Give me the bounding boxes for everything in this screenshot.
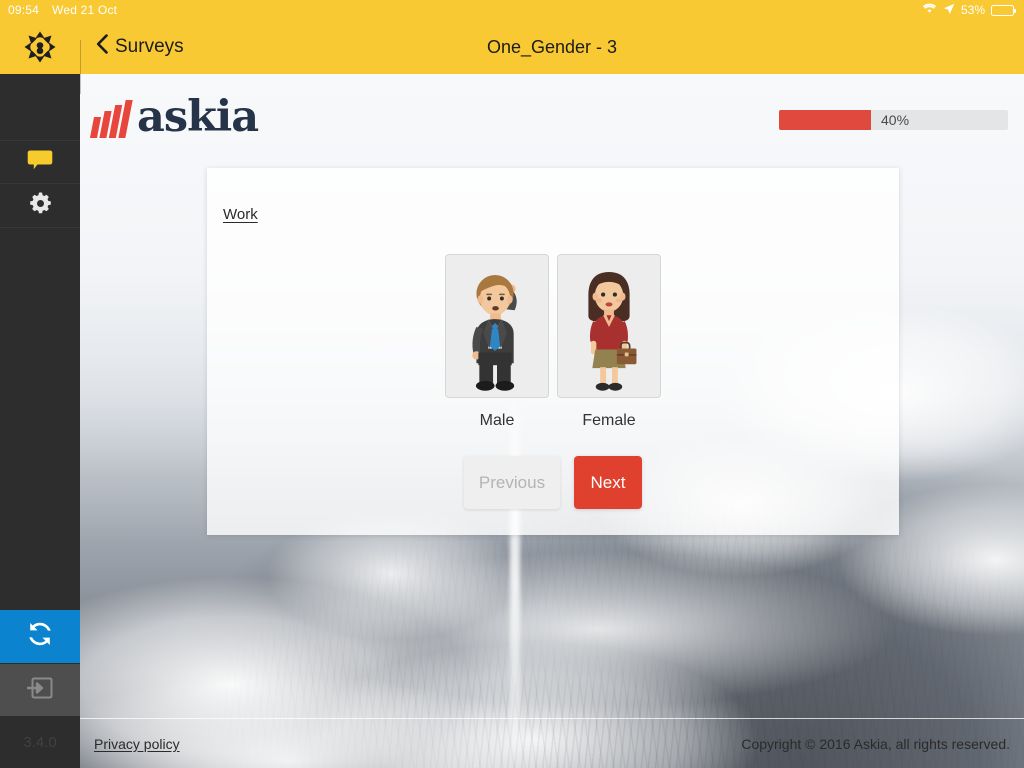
location-arrow-icon (943, 3, 955, 18)
status-bar-right: 53% (922, 3, 1024, 18)
status-bar-date: Wed 21 Oct (52, 3, 118, 17)
question-card: Work Male Female Previous Next (207, 168, 899, 535)
askia-logo-wordmark: askia (137, 92, 259, 142)
sidebar-main-items (0, 140, 80, 228)
gear-icon (28, 191, 53, 221)
question-title[interactable]: Work (223, 206, 258, 223)
app-root: 09:54 Wed 21 Oct 53% One_Gender - 3 Surv… (0, 0, 1024, 768)
survey-progress-bar: 40% (779, 110, 1008, 130)
nav-divider (80, 40, 81, 94)
sidebar-item-chat[interactable] (0, 140, 80, 184)
sidebar-item-sync[interactable] (0, 610, 80, 663)
app-version-label: 3.4.0 (0, 716, 80, 768)
next-button[interactable]: Next (574, 456, 642, 509)
survey-header: askia 40% (80, 74, 1024, 162)
sidebar-bottom-group: 3.4.0 (0, 610, 80, 768)
back-to-surveys-button[interactable]: Surveys (96, 20, 184, 74)
navigation-bar: One_Gender - 3 Surveys (0, 20, 1024, 94)
left-sidebar: 3.4.0 (0, 20, 80, 768)
back-button-label: Surveys (115, 36, 184, 57)
survey-content-area: askia 40% Work Male Female Previous Next… (80, 74, 1024, 768)
page-title: One_Gender - 3 (486, 36, 618, 57)
askia-logo-bars-icon (89, 98, 133, 138)
answer-option-female[interactable]: Female (557, 254, 661, 430)
app-icon[interactable] (0, 20, 80, 74)
status-bar-time: 09:54 (8, 3, 40, 17)
speech-bubble-icon (27, 149, 53, 176)
previous-button[interactable]: Previous (464, 456, 560, 509)
battery-icon (991, 4, 1016, 16)
survey-navigation-buttons: Previous Next (207, 456, 899, 509)
businesswoman-illustration (588, 272, 637, 391)
sidebar-item-logout[interactable] (0, 663, 80, 716)
wifi-icon (922, 3, 937, 17)
privacy-policy-link[interactable]: Privacy policy (94, 736, 180, 752)
answer-option-male-label: Male (479, 412, 515, 429)
answer-option-male-image (445, 254, 549, 398)
progress-percent-label: 40% (881, 112, 910, 128)
answer-options-list: Male Female (207, 254, 899, 430)
sidebar-item-settings[interactable] (0, 184, 80, 228)
status-bar-left: 09:54 Wed 21 Oct (0, 3, 117, 17)
battery-percent-label: 53% (960, 3, 985, 17)
page-footer: Privacy policy Copyright © 2016 Askia, a… (80, 718, 1024, 768)
ios-status-bar: 09:54 Wed 21 Oct 53% (0, 0, 1024, 20)
answer-option-male[interactable]: Male (445, 254, 549, 430)
askia-logo: askia (89, 92, 259, 142)
progress-fill (779, 110, 871, 130)
expand-arrows-icon (24, 31, 56, 63)
chevron-left-icon (96, 34, 108, 60)
answer-option-female-label: Female (582, 412, 636, 429)
exit-arrow-icon (25, 675, 55, 706)
copyright-text: Copyright © 2016 Askia, all rights reser… (741, 735, 1010, 752)
answer-option-female-image (557, 254, 661, 398)
businessman-illustration (472, 274, 517, 391)
sync-refresh-icon (25, 621, 55, 652)
